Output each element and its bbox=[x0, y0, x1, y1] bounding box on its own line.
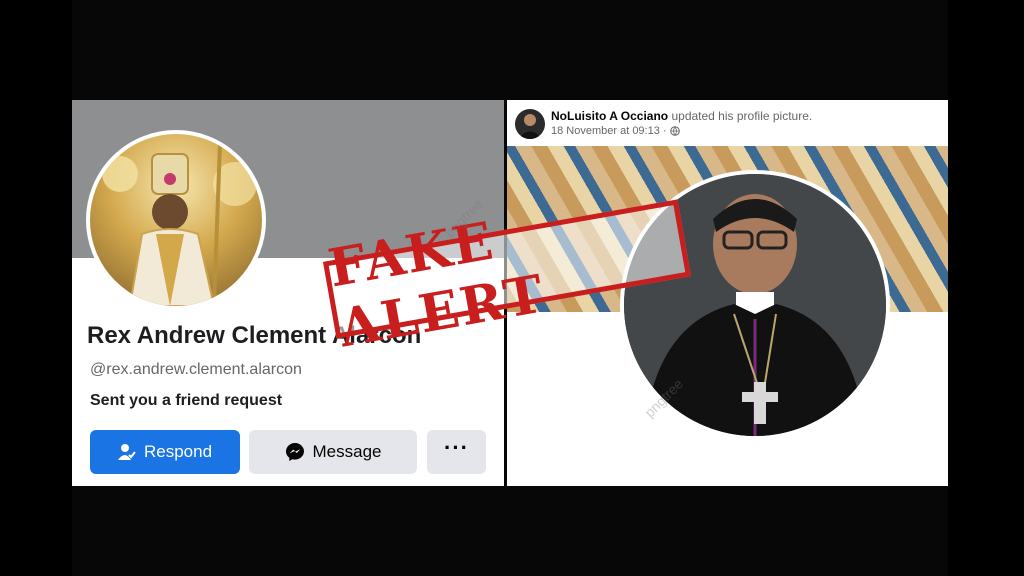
post-action-text: updated his profile picture. bbox=[671, 109, 813, 123]
post-author-name[interactable]: NoLuisito A Occiano bbox=[551, 109, 668, 123]
message-label: Message bbox=[312, 442, 382, 461]
messenger-icon bbox=[285, 442, 305, 462]
globe-icon bbox=[669, 126, 680, 136]
respond-label: Respond bbox=[143, 442, 213, 461]
profile-avatar[interactable] bbox=[86, 130, 266, 310]
message-button[interactable]: Message bbox=[249, 430, 417, 474]
profile-handle: @rex.andrew.clement.alarcon bbox=[90, 361, 302, 378]
post-author-avatar[interactable] bbox=[515, 109, 545, 139]
person-check-icon bbox=[117, 443, 136, 461]
more-options-button[interactable]: ··· bbox=[427, 430, 486, 474]
post-header: NoLuisito A Occiano updated his profile … bbox=[551, 109, 812, 123]
post-date[interactable]: 18 November at 09:13 · bbox=[551, 125, 667, 137]
respond-button[interactable]: Respond bbox=[90, 430, 240, 474]
friend-request-text: Sent you a friend request bbox=[90, 392, 283, 409]
post-meta: 18 November at 09:13 · bbox=[551, 125, 680, 137]
